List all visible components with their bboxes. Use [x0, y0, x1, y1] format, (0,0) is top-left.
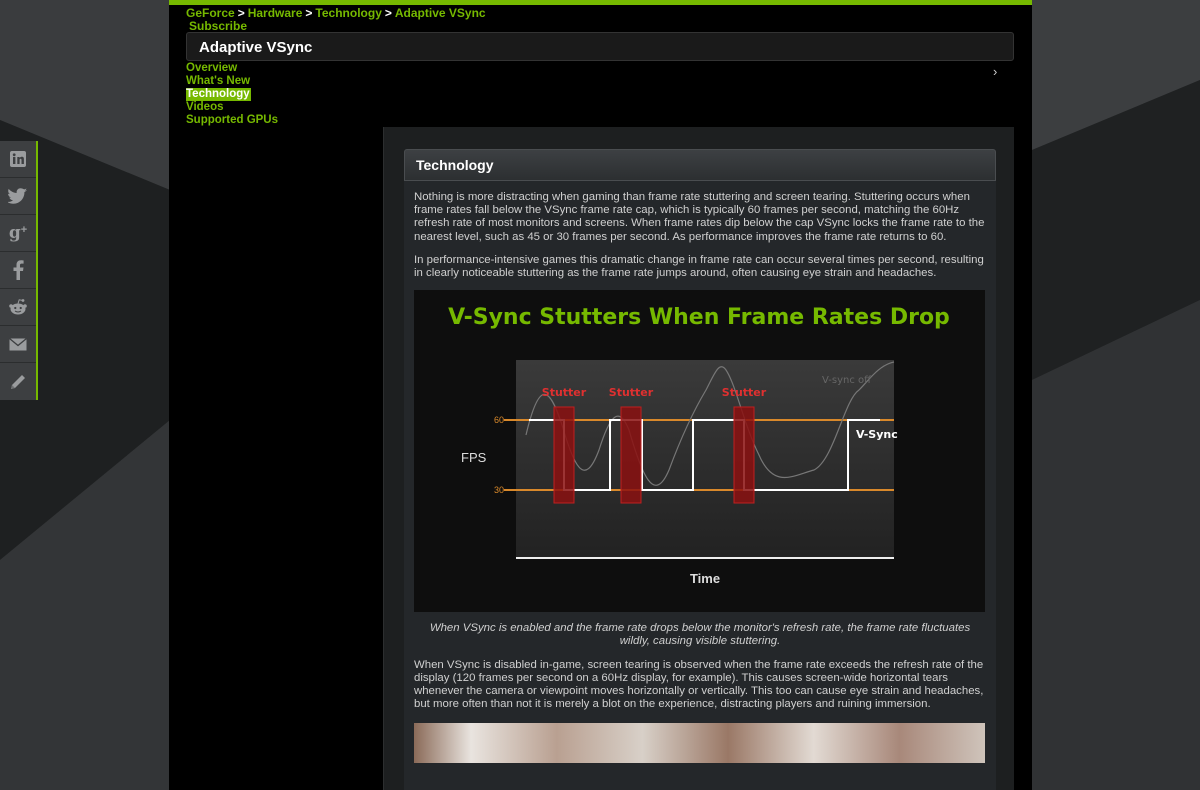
- technology-panel: Technology Nothing is more distracting w…: [404, 149, 996, 790]
- stutter-label-2: Stutter: [609, 386, 654, 399]
- vsync-on-label: V-Sync: [856, 428, 898, 441]
- subscribe-link[interactable]: Subscribe: [189, 19, 247, 33]
- panel-header: Technology: [404, 149, 996, 181]
- accent-top-bar: [169, 0, 1032, 5]
- sub-navigation: Overview What's New Technology Videos Su…: [186, 62, 279, 127]
- social-share-bar: g +: [0, 141, 38, 400]
- stutter-label-1: Stutter: [542, 386, 587, 399]
- paragraph-tearing: When VSync is disabled in-game, screen t…: [414, 658, 984, 711]
- subnav-supported-gpus[interactable]: Supported GPUs: [186, 114, 279, 127]
- stutter-label-3: Stutter: [722, 386, 767, 399]
- vsync-stutter-diagram: V-Sync Stutters When Frame Rates Drop 60…: [414, 290, 985, 613]
- subnav-whats-new[interactable]: What's New: [186, 75, 251, 88]
- email-icon[interactable]: [0, 326, 36, 363]
- panel-body: Nothing is more distracting when gaming …: [404, 181, 996, 764]
- main-page: GeForce > Hardware > Technology > Adaptive VSy…: [169, 0, 1032, 790]
- subnav-videos[interactable]: Videos: [186, 101, 225, 114]
- breadcrumb-technology[interactable]: Technology: [315, 6, 381, 20]
- reddit-icon[interactable]: [0, 289, 36, 326]
- tick-60: 60: [494, 415, 504, 425]
- x-axis-label: Time: [690, 571, 720, 586]
- pencil-icon[interactable]: [0, 363, 36, 400]
- subnav-technology[interactable]: Technology: [186, 88, 251, 101]
- subnav-overview[interactable]: Overview: [186, 62, 238, 75]
- y-axis-label: FPS: [461, 450, 487, 465]
- breadcrumb-adaptive-vsync[interactable]: Adaptive VSync: [395, 6, 486, 20]
- chevron-right-icon[interactable]: ›: [993, 64, 997, 79]
- facebook-icon[interactable]: [0, 252, 36, 289]
- panel-title: Technology: [416, 157, 494, 173]
- tick-30: 30: [494, 485, 504, 495]
- figure-title: V-Sync Stutters When Frame Rates Drop: [448, 305, 950, 330]
- linkedin-icon[interactable]: [0, 141, 36, 178]
- paragraph-intro: Nothing is more distracting when gaming …: [414, 191, 985, 243]
- paragraph-stutter: In performance-intensive games this dram…: [414, 253, 984, 280]
- game-screenshot-image: [414, 723, 985, 764]
- page-title-bar: Adaptive VSync: [186, 32, 1014, 61]
- twitter-icon[interactable]: [0, 178, 36, 215]
- breadcrumb-geforce[interactable]: GeForce: [186, 6, 235, 20]
- google-plus-icon[interactable]: g +: [0, 215, 36, 252]
- page-title: Adaptive VSync: [199, 39, 313, 56]
- vsync-stutter-figure: V-Sync Stutters When Frame Rates Drop 60…: [414, 290, 985, 613]
- figure-caption: When VSync is enabled and the frame rate…: [429, 622, 971, 648]
- breadcrumb-hardware[interactable]: Hardware: [248, 6, 303, 20]
- breadcrumb: GeForce > Hardware > Technology > Adaptive VSy…: [186, 6, 486, 20]
- vsync-off-label: V-sync off: [822, 375, 872, 386]
- content-column: Technology Nothing is more distracting w…: [383, 127, 1014, 790]
